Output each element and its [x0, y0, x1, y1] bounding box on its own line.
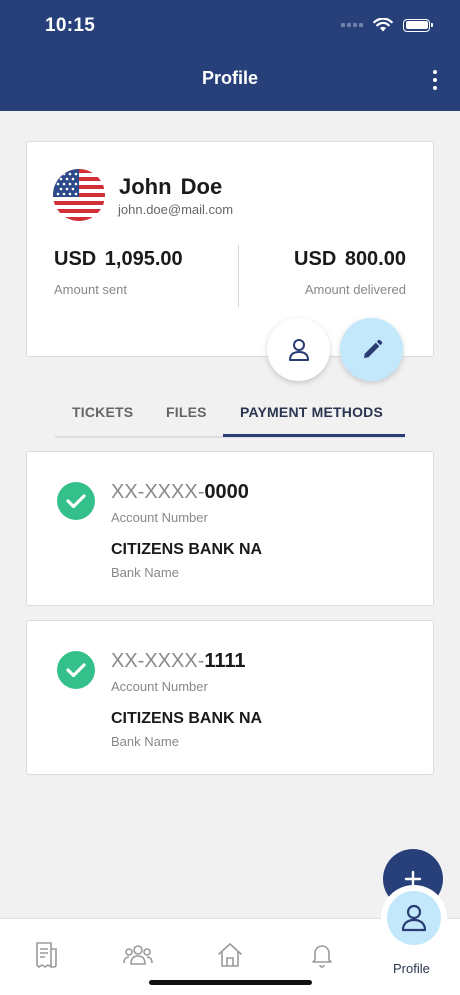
bank-name: CITIZENS BANK NA [111, 541, 263, 558]
amount-delivered-value: USD 800.00 [294, 248, 406, 270]
wifi-icon [373, 18, 393, 32]
user-icon [288, 338, 309, 361]
payment-method-card[interactable]: XX-XXXX-1111 Account Number CITIZENS BAN… [26, 620, 434, 775]
account-number: XX-XXXX-0000 [111, 481, 249, 504]
profile-tabs: TICKETS FILES PAYMENT METHODS [55, 392, 405, 438]
user-email: john.doe@mail.com [118, 202, 234, 217]
users-icon [123, 945, 153, 965]
tab-payment-methods[interactable]: PAYMENT METHODS [240, 404, 383, 420]
payment-method-card[interactable]: XX-XXXX-0000 Account Number CITIZENS BAN… [26, 451, 434, 606]
bank-name-label: Bank Name [111, 565, 179, 580]
amount-sent-label: Amount sent [54, 282, 127, 297]
tab-files[interactable]: FILES [166, 404, 207, 420]
amount-sent-value: USD 1,095.00 [54, 248, 183, 270]
receipt-icon [36, 942, 57, 968]
account-number: XX-XXXX-1111 [111, 650, 246, 673]
account-number-label: Account Number [111, 679, 208, 694]
bell-icon [312, 945, 332, 968]
pencil-icon [363, 339, 382, 358]
nav-notifications[interactable] [302, 939, 342, 971]
battery-icon [403, 18, 433, 32]
nav-recipients[interactable] [118, 939, 158, 971]
account-number-mask: XX-XXXX- [111, 650, 205, 672]
status-time: 10:15 [45, 15, 96, 36]
page-title: Profile [201, 68, 258, 88]
verified-check-icon [57, 651, 95, 689]
nav-home[interactable] [210, 939, 250, 971]
bank-name: CITIZENS BANK NA [111, 710, 263, 727]
verified-check-icon [57, 482, 95, 520]
user-name: John Doe [119, 174, 223, 199]
nav-profile[interactable] [381, 885, 447, 951]
signal-icon [341, 23, 363, 27]
account-number-mask: XX-XXXX- [111, 481, 205, 503]
nav-transactions[interactable] [26, 939, 66, 971]
home-indicator [149, 980, 312, 985]
nav-profile-active-circle [387, 891, 441, 945]
profile-icon [401, 904, 427, 932]
tab-tickets[interactable]: TICKETS [72, 404, 133, 420]
active-tab-indicator [223, 434, 405, 437]
us-flag-avatar [53, 169, 105, 221]
view-profile-button[interactable] [267, 318, 330, 381]
home-icon [218, 943, 242, 967]
status-icons [341, 18, 433, 32]
nav-profile-label[interactable]: Profile [393, 961, 430, 976]
account-number-label: Account Number [111, 510, 208, 525]
edit-profile-button[interactable] [340, 318, 403, 381]
more-options-icon[interactable] [430, 70, 440, 90]
account-number-last-digits: 1111 [204, 650, 246, 672]
account-number-last-digits: 0000 [204, 481, 249, 503]
amount-divider [238, 245, 239, 307]
bank-name-label: Bank Name [111, 734, 179, 749]
app-header: 10:15 Profile [0, 0, 460, 111]
amount-delivered-label: Amount delivered [304, 282, 406, 297]
